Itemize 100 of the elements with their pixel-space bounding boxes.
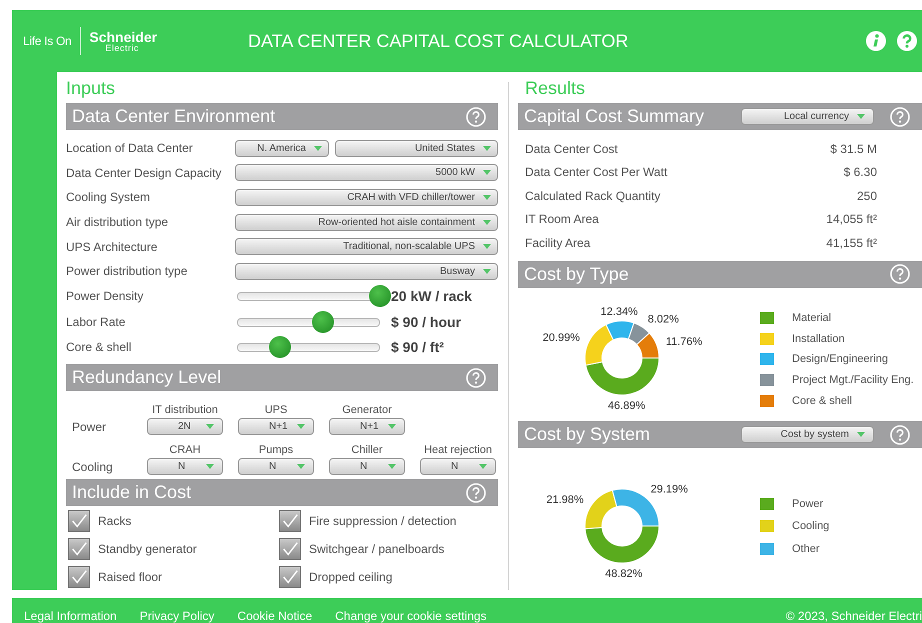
dropdown[interactable]: N xyxy=(420,458,496,476)
brand-subtitle: Electric xyxy=(105,44,140,52)
result-value: $ 31.5 M xyxy=(830,142,877,156)
section-title: Cost by Type xyxy=(524,264,630,284)
slice-label: 48.82% xyxy=(605,568,642,580)
field-label: Heat rejection xyxy=(424,444,492,456)
caret-icon xyxy=(388,464,396,470)
dropdown[interactable]: N+1 xyxy=(329,418,405,436)
info-icon[interactable] xyxy=(866,31,886,51)
help-icon[interactable] xyxy=(897,31,917,51)
slider-thumb[interactable] xyxy=(312,310,334,333)
checkbox[interactable] xyxy=(68,538,90,560)
slice-label: 20.99% xyxy=(542,331,580,344)
section-title: Capital Cost Summary xyxy=(524,106,706,127)
legend-label: Installation xyxy=(792,332,845,345)
help-icon[interactable] xyxy=(890,106,910,126)
dropdown[interactable]: United States xyxy=(335,140,498,157)
result-label: IT Room Area xyxy=(525,212,599,226)
dropdown[interactable]: N xyxy=(147,458,223,476)
app-title: DATA CENTER CAPITAL COST CALCULATOR xyxy=(248,30,630,52)
section-title: Include in Cost xyxy=(72,482,192,504)
result-value: 14,055 ft² xyxy=(826,212,877,226)
legend-label: Design/Engineering xyxy=(792,353,888,366)
slice-label: 46.89% xyxy=(608,399,646,412)
slice-label: 12.34% xyxy=(600,306,638,318)
dropdown[interactable]: 5000 kW xyxy=(235,164,498,182)
caret-icon xyxy=(483,268,491,274)
field-label: Cooling System xyxy=(66,190,152,204)
slider-value: $ 90 / hour xyxy=(391,314,462,330)
checkbox-label: Standby generator xyxy=(98,542,197,556)
checkbox[interactable] xyxy=(68,566,90,588)
result-label: Facility Area xyxy=(525,236,590,250)
caret-icon xyxy=(388,424,396,430)
help-icon[interactable] xyxy=(890,424,910,445)
field-label: UPS xyxy=(264,404,288,416)
section-title: Cost by System xyxy=(524,424,652,446)
brand-name: Schneider xyxy=(89,30,158,44)
help-icon[interactable] xyxy=(466,482,486,503)
legend-label: Project Mgt./Facility Eng. xyxy=(792,374,914,386)
checkbox[interactable] xyxy=(279,566,301,588)
field-label: Generator xyxy=(342,404,392,416)
field-label: UPS Architecture xyxy=(66,240,158,254)
inputs-heading: Inputs xyxy=(66,77,116,100)
legend-label: Cooling xyxy=(792,520,830,532)
caret-icon xyxy=(483,220,491,225)
section-title: Redundancy Level xyxy=(72,367,222,388)
legend-label: Core & shell xyxy=(792,395,852,408)
slider-thumb[interactable] xyxy=(268,336,291,358)
help-icon[interactable] xyxy=(890,264,910,284)
dropdown[interactable]: CRAH with VFD chiller/tower xyxy=(235,188,498,206)
section-title: Data Center Environment xyxy=(72,106,276,127)
caret-icon xyxy=(206,464,214,470)
dropdown[interactable]: N. America xyxy=(235,140,329,157)
help-icon[interactable] xyxy=(466,368,486,388)
field-label: Data Center Design Capacity xyxy=(66,166,222,180)
caret-icon xyxy=(297,464,305,470)
dropdown[interactable]: N xyxy=(329,458,405,476)
field-label: Location of Data Center xyxy=(66,141,194,156)
field-label: Chiller xyxy=(351,444,383,456)
slider-value: $ 90 / ft² xyxy=(391,339,444,356)
checkbox[interactable] xyxy=(68,510,90,532)
checkbox-label: Switchgear / panelboards xyxy=(309,542,444,556)
slice-label: 29.19% xyxy=(650,484,688,496)
field-label: Power distribution type xyxy=(66,264,188,278)
copyright-text: © 2023, Schneider Electri xyxy=(786,609,922,623)
caret-icon xyxy=(857,114,865,119)
dropdown[interactable]: Busway xyxy=(235,262,498,280)
field-label: Air distribution type xyxy=(66,215,170,230)
dropdown[interactable]: N+1 xyxy=(238,418,314,436)
caret-icon xyxy=(483,244,491,250)
legend-label: Power xyxy=(792,498,824,510)
caret-icon xyxy=(314,146,322,151)
caret-icon xyxy=(483,194,491,200)
help-icon[interactable] xyxy=(466,106,486,126)
checkbox[interactable] xyxy=(279,510,301,532)
dropdown[interactable]: Local currency xyxy=(741,108,874,125)
dropdown[interactable]: Cost by system xyxy=(741,426,874,444)
results-heading: Results xyxy=(524,77,586,100)
dropdown[interactable]: N xyxy=(238,458,314,476)
slider-thumb[interactable] xyxy=(369,285,391,308)
caret-icon xyxy=(206,424,214,430)
dropdown[interactable]: Traditional, non-scalable UPS xyxy=(235,238,498,256)
checkbox-label: Racks xyxy=(98,514,132,528)
caret-icon xyxy=(483,170,491,176)
slider-value: 20 kW / rack xyxy=(391,288,472,304)
dropdown[interactable]: Row-oriented hot aisle containment xyxy=(235,214,498,231)
result-label: Data Center Cost xyxy=(525,142,618,156)
donut-slice xyxy=(628,322,650,345)
field-label: Power Density xyxy=(66,289,144,304)
legend-label: Material xyxy=(792,312,832,324)
checkbox-label: Fire suppression / detection xyxy=(309,514,456,528)
field-label: IT distribution xyxy=(152,404,218,416)
dropdown[interactable]: 2N xyxy=(147,418,223,436)
caret-icon xyxy=(857,432,865,438)
field-label: Pumps xyxy=(258,444,294,456)
legend-label: Other xyxy=(792,542,820,554)
checkbox[interactable] xyxy=(279,538,301,560)
caret-icon xyxy=(483,146,491,151)
slice-label: 11.76% xyxy=(666,336,702,348)
caret-icon xyxy=(297,424,305,430)
